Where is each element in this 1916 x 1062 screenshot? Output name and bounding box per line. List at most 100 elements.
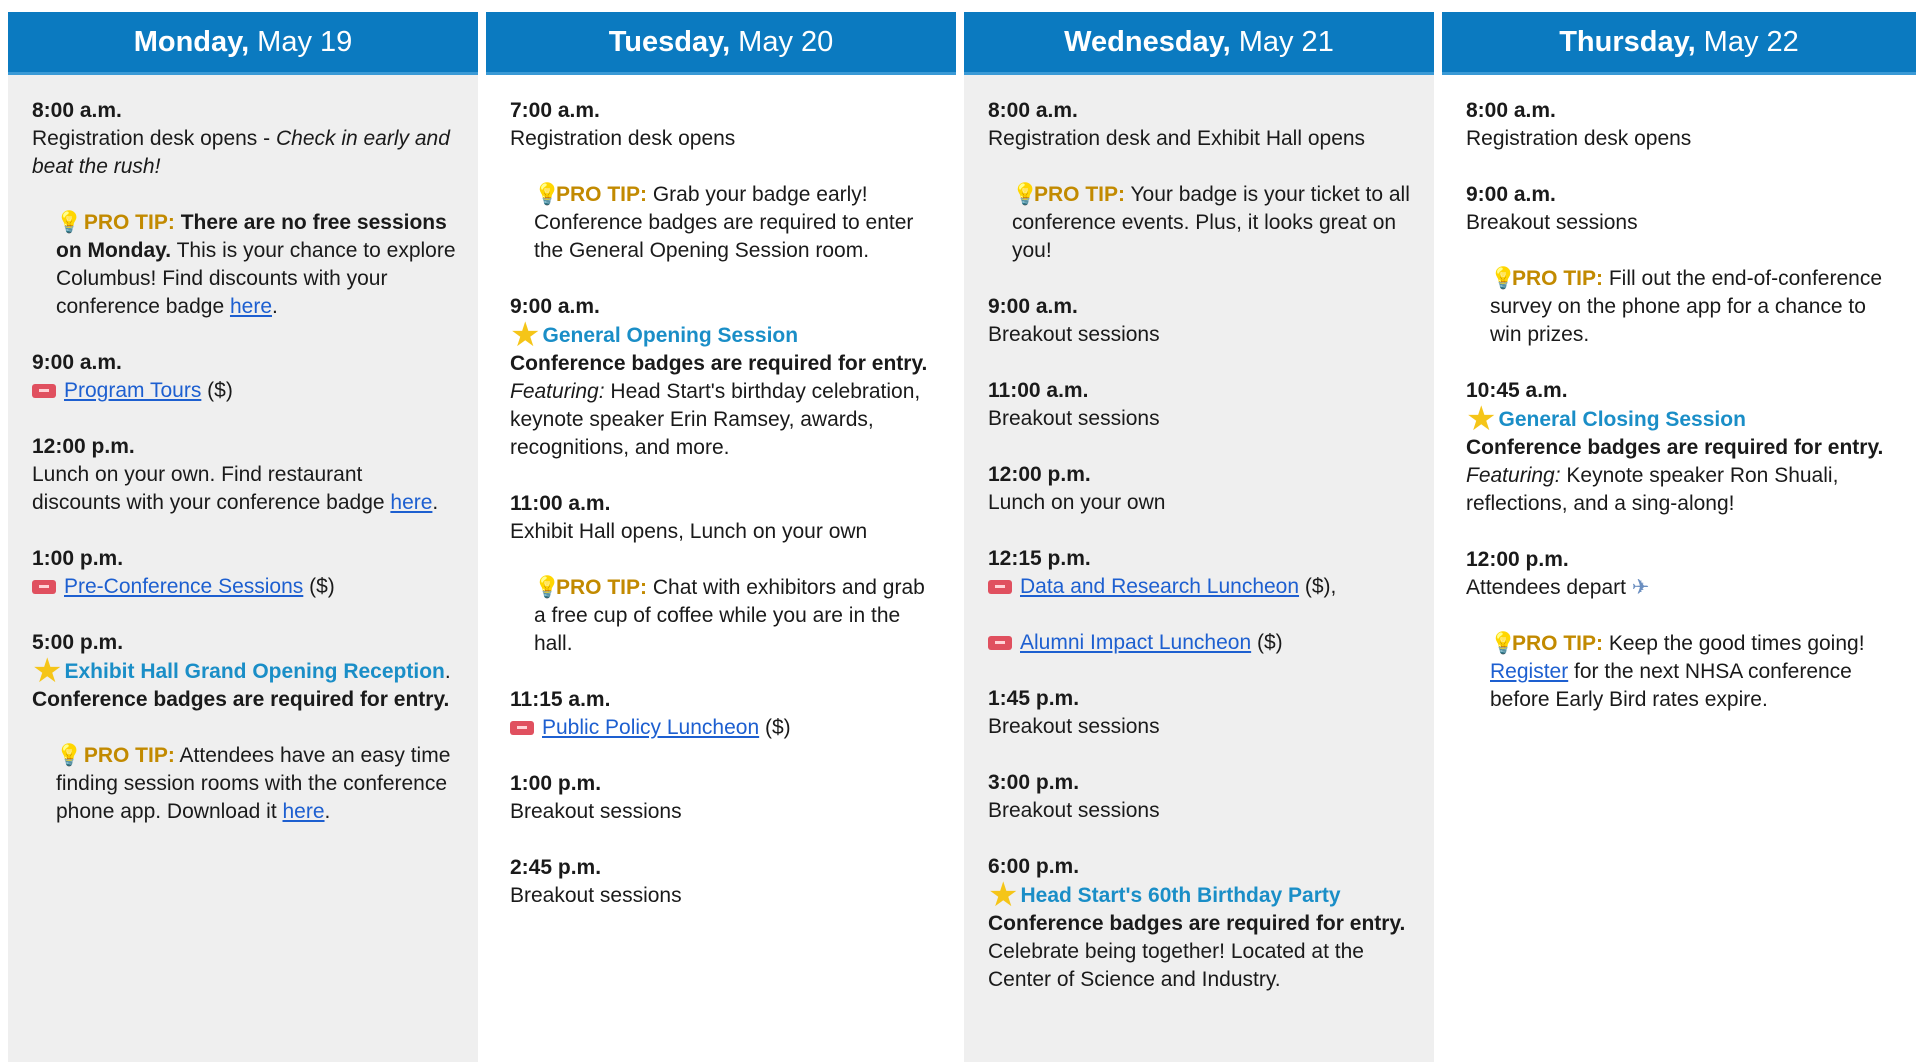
star-icon: ★	[32, 652, 63, 690]
event-time: 12:15 p.m.	[988, 547, 1091, 570]
day-header: Tuesday, May 20	[486, 12, 956, 75]
badge-required-note: Conference badges are required for entry…	[988, 912, 1406, 935]
pro-tip: 💡PRO TIP: Keep the good times going! Reg…	[1466, 630, 1894, 714]
event-item: 7:00 a.m. Registration desk opens	[510, 97, 934, 153]
special-event-title: General Closing Session	[1498, 408, 1746, 431]
lightbulb-icon: 💡	[56, 211, 83, 234]
lightbulb-icon: 💡	[534, 183, 561, 206]
day-column-thursday: Thursday, May 22 8:00 a.m. Registration …	[1442, 12, 1916, 1062]
badge-required-note: Conference badges are required for entry…	[510, 352, 928, 375]
day-name: Wednesday,	[1064, 25, 1231, 58]
airplane-icon: ✈	[1631, 576, 1650, 599]
event-description: Exhibit Hall opens, Lunch on your own	[510, 520, 868, 543]
alumni-impact-luncheon-link[interactable]: Alumni Impact Luncheon	[1020, 631, 1251, 654]
pro-tip-text: Keep the good times going!	[1603, 632, 1865, 655]
event-time: 1:00 p.m.	[32, 547, 124, 570]
conference-schedule: Monday, May 19 8:00 a.m. Registration de…	[8, 12, 1916, 1062]
pro-tip-after: .	[272, 295, 278, 318]
event-item: Alumni Impact Luncheon ($)	[988, 629, 1412, 657]
event-description: Data and Research Luncheon ($),	[988, 573, 1412, 601]
event-time: 8:00 a.m.	[988, 99, 1078, 122]
special-event-title: Exhibit Hall Grand Opening Reception	[64, 660, 445, 683]
event-time: 9:00 a.m.	[510, 295, 600, 318]
day-body: 7:00 a.m. Registration desk opens 💡PRO T…	[486, 75, 956, 1062]
event-item: 11:15 a.m. Public Policy Luncheon ($)	[510, 686, 934, 742]
pre-conference-sessions-link[interactable]: Pre-Conference Sessions	[64, 575, 303, 598]
event-time: 6:00 p.m.	[988, 855, 1080, 878]
event-time: 8:00 a.m.	[32, 99, 122, 122]
event-after: .	[444, 660, 451, 683]
event-description: Attendees depart ✈	[1466, 574, 1894, 602]
event-text: Registration desk opens -	[32, 127, 276, 150]
day-body: 8:00 a.m. Registration desk and Exhibit …	[964, 75, 1434, 1062]
event-time: 5:00 p.m.	[32, 631, 124, 654]
event-description: Breakout sessions	[988, 715, 1160, 738]
event-item: 12:00 p.m. Lunch on your own	[988, 461, 1412, 517]
pro-tip: 💡PRO TIP: Grab your badge early! Confere…	[510, 181, 934, 265]
event-description: Breakout sessions	[988, 799, 1160, 822]
pro-tip-label: PRO TIP:	[1512, 632, 1604, 655]
event-item: 8:00 a.m. Registration desk opens - Chec…	[32, 97, 456, 181]
day-name: Tuesday,	[608, 25, 731, 58]
event-time: 10:45 a.m.	[1466, 379, 1568, 402]
badge-required-note: Conference badges are required for entry…	[32, 688, 450, 711]
pro-tip-label: PRO TIP:	[556, 576, 648, 599]
event-item: 2:45 p.m. Breakout sessions	[510, 854, 934, 910]
day-column-tuesday: Tuesday, May 20 7:00 a.m. Registration d…	[486, 12, 956, 1062]
event-description: Alumni Impact Luncheon ($)	[988, 629, 1412, 657]
lightbulb-icon: 💡	[1490, 632, 1517, 655]
day-body: 8:00 a.m. Registration desk opens 9:00 a…	[1442, 75, 1916, 1062]
day-column-wednesday: Wednesday, May 21 8:00 a.m. Registration…	[964, 12, 1434, 1062]
app-download-link[interactable]: here	[283, 800, 325, 823]
pro-tip-label: PRO TIP:	[1034, 183, 1126, 206]
public-policy-luncheon-link[interactable]: Public Policy Luncheon	[542, 716, 759, 739]
event-time: 9:00 a.m.	[1466, 183, 1556, 206]
event-description: ★General Closing Session	[1466, 402, 1894, 436]
event-after: ($)	[1251, 631, 1283, 654]
event-description: Registration desk and Exhibit Hall opens	[988, 127, 1366, 150]
event-item: 1:00 p.m. Breakout sessions	[510, 770, 934, 826]
event-item: 11:00 a.m. Breakout sessions	[988, 377, 1412, 433]
lightbulb-icon: 💡	[1012, 183, 1039, 206]
discounts-link[interactable]: here	[230, 295, 272, 318]
pro-tip: 💡 PRO TIP: There are no free sessions on…	[32, 209, 456, 321]
star-icon: ★	[1466, 400, 1497, 438]
event-description: Breakout sessions	[510, 800, 682, 823]
day-header: Thursday, May 22	[1442, 12, 1916, 75]
event-item: 1:45 p.m. Breakout sessions	[988, 685, 1412, 741]
register-link[interactable]: Register	[1490, 660, 1568, 683]
day-header: Monday, May 19	[8, 12, 478, 75]
event-description: Lunch on your own	[988, 491, 1166, 514]
event-item: 9:00 a.m. Breakout sessions	[1466, 181, 1894, 237]
event-after: ($)	[303, 575, 335, 598]
pro-tip-label: PRO TIP:	[83, 211, 175, 234]
event-description: ★Head Start's 60th Birthday Party	[988, 878, 1412, 912]
program-tours-link[interactable]: Program Tours	[64, 379, 201, 402]
event-text: Attendees depart	[1466, 576, 1632, 599]
ticket-icon	[510, 721, 534, 736]
event-item: 10:45 a.m. ★General Closing Session Conf…	[1466, 377, 1894, 518]
day-date: May 22	[1703, 25, 1799, 58]
lightbulb-icon: 💡	[1490, 267, 1517, 290]
data-research-luncheon-link[interactable]: Data and Research Luncheon	[1020, 575, 1299, 598]
featuring-label: Featuring:	[1466, 464, 1561, 487]
badge-required-note: Conference badges are required for entry…	[1466, 436, 1884, 459]
event-text: Celebrate being together! Located at the…	[988, 940, 1364, 991]
event-item: 9:00 a.m. ★General Opening Session Confe…	[510, 293, 934, 462]
event-time: 12:00 p.m.	[32, 435, 135, 458]
event-description: Registration desk opens - Check in early…	[32, 125, 456, 181]
event-after: .	[432, 491, 439, 514]
day-name: Monday,	[133, 25, 250, 58]
pro-tip: 💡PRO TIP: Fill out the end-of-conference…	[1466, 265, 1894, 349]
pro-tip: 💡PRO TIP: Your badge is your ticket to a…	[988, 181, 1412, 265]
event-time: 8:00 a.m.	[1466, 99, 1556, 122]
day-body: 8:00 a.m. Registration desk opens - Chec…	[8, 75, 478, 1062]
restaurant-discounts-link[interactable]: here	[390, 491, 432, 514]
event-description: Lunch on your own. Find restaurant disco…	[32, 461, 456, 517]
event-description: Public Policy Luncheon ($)	[510, 714, 934, 742]
event-time: 12:00 p.m.	[1466, 548, 1569, 571]
event-time: 11:00 a.m.	[510, 492, 611, 515]
pro-tip: 💡PRO TIP: Chat with exhibitors and grab …	[510, 574, 934, 658]
event-item: 8:00 a.m. Registration desk and Exhibit …	[988, 97, 1412, 153]
event-time: 9:00 a.m.	[988, 295, 1078, 318]
